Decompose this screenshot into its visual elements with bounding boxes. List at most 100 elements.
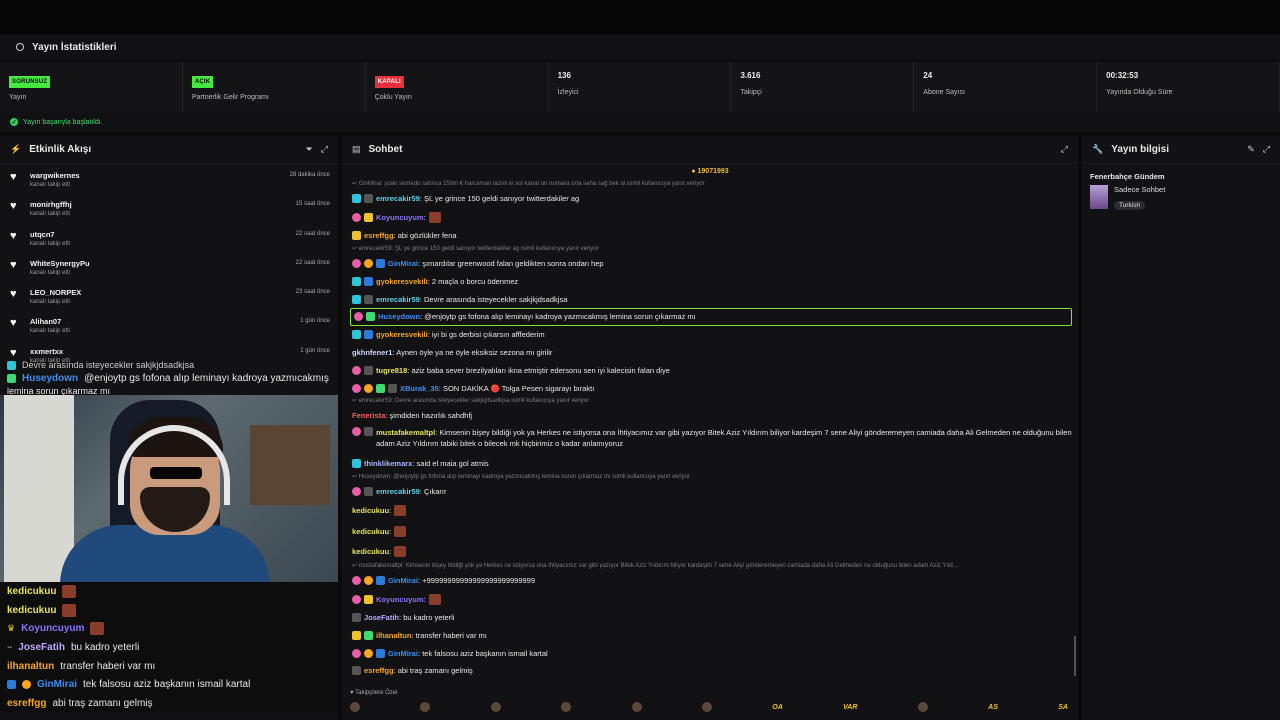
chat-message[interactable]: esreffgg: abi gözlükler fena — [350, 227, 1072, 245]
chat-message[interactable]: tugre818: aziz baba sever brezilyalıları… — [350, 361, 1072, 379]
chat-username[interactable]: thinklikemarx — [364, 459, 412, 468]
overlay-text: @enjoytp gs fofona alıp leminayı kadroya… — [84, 373, 329, 384]
chat-username[interactable]: XBurak_35 — [400, 384, 439, 393]
chat-username[interactable]: emrecakir59 — [376, 487, 420, 496]
activity-text: WhiteSynergyPu kanalı takip etti — [30, 258, 296, 277]
activity-item[interactable]: ♥ monirhgffhj kanalı takip etti 15 saat önc… — [0, 199, 338, 228]
reply-text: emrecakir59: ŞL ye grince 150 geldi sanı… — [358, 245, 599, 252]
chat-username[interactable]: Huseydown — [378, 312, 420, 321]
activity-item[interactable]: ♥ utqcn7 kanalı takip etti 22 saat önce — [0, 229, 338, 258]
chat-text: abi gözlükler fena — [397, 231, 457, 241]
chat-text: bu kadro yeterli — [403, 613, 455, 623]
activity-item[interactable]: ♥ WhiteSynergyPu kanalı takip etti 22 saat … — [0, 258, 338, 287]
badge-icon — [376, 258, 385, 268]
chat-message[interactable]: esreffgg: abi traş zamanı gelmiş — [350, 662, 1072, 680]
chat-message[interactable]: kedicukuu: — [350, 541, 1072, 562]
chat-title: Sohbet — [368, 144, 403, 155]
activity-item[interactable]: ♥ Alihan07 kanalı takip etti 1 gün önce — [0, 316, 338, 345]
chat-username[interactable]: kedicukuu — [352, 547, 389, 556]
chat-username[interactable]: Koyuncuyum — [376, 213, 424, 222]
chat-username[interactable]: GinMirai — [388, 259, 418, 268]
message-body: ilhanaltun: transfer haberi var mı — [376, 630, 487, 640]
badge-icon — [364, 486, 373, 496]
chat-message[interactable]: Huseydown: @enjoytp gs fofona alıp lemin… — [350, 307, 1072, 326]
badge-icon — [352, 212, 361, 222]
chat-message[interactable]: Koyuncuyum: — [350, 590, 1072, 609]
emote-shortcut[interactable] — [350, 702, 360, 712]
chat-username[interactable]: kedicukuu — [352, 506, 389, 515]
chat-username[interactable]: gyokeresvekili — [376, 277, 428, 286]
emote-shortcut[interactable]: AS — [988, 704, 998, 711]
chat-message[interactable]: gyokeresvekili: 2 maçla o borcu ödenmez — [350, 272, 1072, 290]
expand-icon[interactable]: ⤢ — [321, 144, 328, 155]
chat-message[interactable]: XBurak_35: SON DAKİKA 🔴 Tolga Pesen siga… — [350, 379, 1072, 397]
chat-message[interactable]: gkhnfener1: Aynen öyle ya ne öyle eksiks… — [350, 344, 1072, 362]
overlay-chat-top: Devre arasında isteyecekler sakjkjdsadkj… — [0, 358, 338, 398]
chat-mode[interactable]: ♥ Takipçilere Özel — [350, 690, 397, 696]
emote-shortcut[interactable] — [490, 702, 501, 712]
chat-message[interactable]: kedicukuu: — [350, 521, 1072, 542]
edit-icon[interactable]: ✎ — [1247, 144, 1255, 155]
badge-icon — [376, 648, 385, 658]
emote-shortcut[interactable]: VAR — [843, 704, 857, 711]
chat-username[interactable]: emrecakir59 — [376, 295, 420, 304]
chat-header: ▤ Sohbet ⤢ — [342, 136, 1078, 164]
activity-user: monirhgffhj — [30, 200, 72, 210]
language-tag[interactable]: Turkish — [1114, 201, 1146, 210]
chat-username[interactable]: Koyuncuyum — [376, 595, 424, 604]
stats-icon — [16, 43, 24, 51]
category-name[interactable]: Sadece Sohbet — [1114, 185, 1165, 194]
chat-message[interactable]: GinMirai: +99999999999999999999999999 — [350, 572, 1072, 590]
reply-arrow-icon: ↩ — [352, 245, 359, 252]
emote-shortcut[interactable] — [917, 702, 928, 712]
badge-icon — [352, 426, 361, 436]
chat-username[interactable]: mustafakemaltpl — [376, 428, 435, 437]
emote-shortcut[interactable] — [561, 702, 572, 712]
emote-shortcut[interactable] — [631, 702, 642, 712]
chat-message[interactable]: emrecakir59: ŞL ye grince 150 geldi sanı… — [350, 190, 1072, 208]
chat-username[interactable]: esreffgg — [364, 231, 394, 240]
chat-message[interactable]: emrecakir59: Çıkarır — [350, 483, 1072, 501]
heart-icon: ♥ — [10, 317, 17, 330]
chat-message[interactable]: mustafakemaltpl: Kimsenin bişey bildiği … — [350, 425, 1072, 455]
badge-icon — [22, 680, 31, 690]
chat-message[interactable]: kedicukuu: — [350, 500, 1072, 521]
expand-icon[interactable]: ⤢ — [1263, 144, 1270, 155]
emote-shortcut[interactable]: SA — [1058, 704, 1068, 711]
chat-username[interactable]: gkhnfener1 — [352, 348, 392, 357]
chat-message[interactable]: emrecakir59: Devre arasında isteyecekler… — [350, 290, 1072, 308]
stat-item: 3.616 Takipçi — [731, 62, 915, 112]
chat-username[interactable]: esreffgg — [364, 666, 394, 675]
chat-username[interactable]: JoseFatih — [364, 613, 399, 622]
chat-username[interactable]: emrecakir59 — [376, 194, 420, 203]
chat-username[interactable]: GinMirai — [388, 649, 418, 658]
emote-shortcut[interactable] — [701, 702, 712, 712]
chat-message[interactable]: Koyuncuyum: — [350, 208, 1072, 227]
chat-username[interactable]: kedicukuu — [352, 527, 389, 536]
chat-username[interactable]: tugre818 — [376, 366, 407, 375]
chat-message[interactable]: GinMirai: şımardılar greenwood falan gel… — [350, 255, 1072, 273]
chat-username[interactable]: Fenerista — [352, 411, 385, 420]
message-body: GinMirai: tek falsosu aziz başkanın isma… — [388, 648, 548, 658]
chat-username[interactable]: ilhanaltun — [376, 631, 411, 640]
emote-shortcut[interactable]: OA — [772, 704, 783, 711]
chat-message[interactable]: Fenerista: şimdiden hazırlık sahdhfj — [350, 407, 1072, 425]
activity-item[interactable]: ♥ LEO_NORPEX kanalı takip etti 23 saat önce — [0, 287, 338, 316]
activity-time: 22 saat önce — [295, 259, 330, 266]
emote-shortcut[interactable] — [420, 702, 431, 712]
activity-item[interactable]: ♥ wargwikernes kanalı takip etti 28 dakika … — [0, 170, 338, 199]
chat-username[interactable]: GinMirai — [388, 576, 418, 585]
chat-message[interactable]: gyokeresvekili: iyi bi gs derbisi çıkars… — [350, 326, 1072, 344]
chat-message[interactable]: JoseFatih: bu kadro yeterli — [350, 609, 1072, 627]
info-title: Yayın bilgisi — [1111, 144, 1170, 155]
badge-icon — [354, 312, 363, 322]
chat-scrollbar[interactable] — [1074, 636, 1076, 676]
filter-icon[interactable]: ⏷ — [306, 144, 313, 155]
chat-message[interactable]: thinklikemarx: said el maia gol atmis — [350, 455, 1072, 473]
chat-message[interactable]: ilhanaltun: transfer haberi var mı — [350, 626, 1072, 644]
expand-icon[interactable]: ⤢ — [1061, 144, 1068, 155]
chat-message[interactable]: GinMirai: tek falsosu aziz başkanın isma… — [350, 644, 1072, 662]
bits-pinned: ● 19071993 — [691, 168, 729, 175]
chat-username[interactable]: gyokeresvekili — [376, 330, 428, 339]
message-body: mustafakemaltpl: Kimsenin bişey bildiği … — [376, 427, 1072, 448]
